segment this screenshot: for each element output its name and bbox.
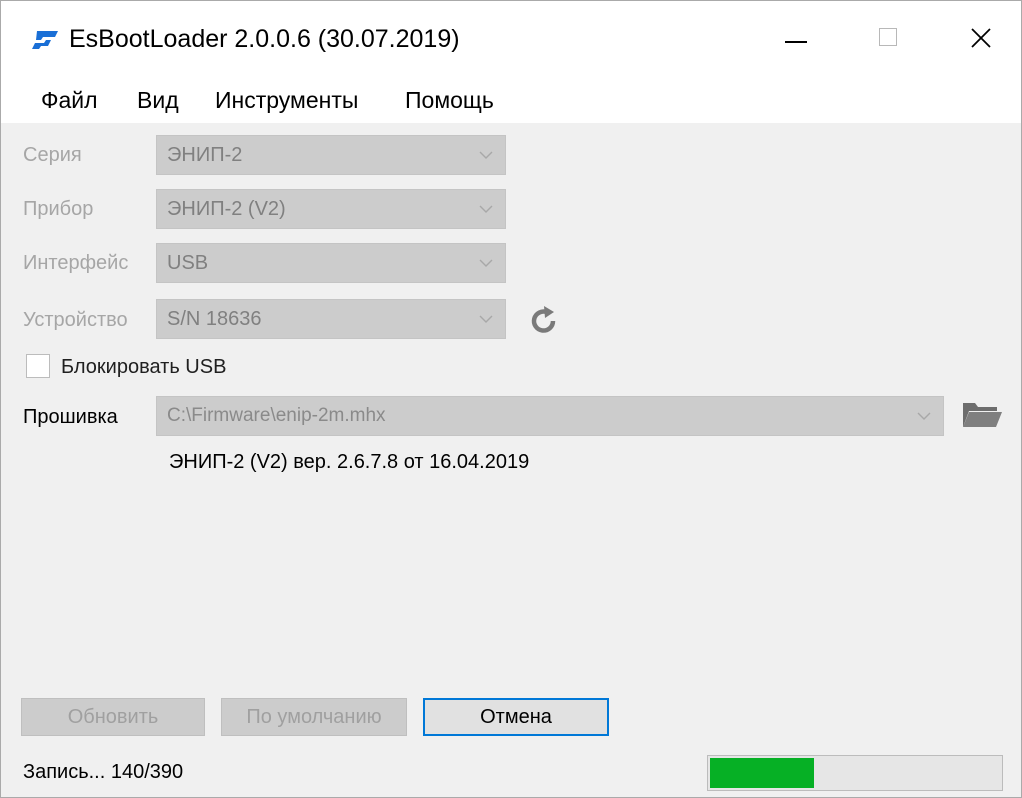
progress-bar-fill [710,758,814,788]
chevron-down-icon [917,412,931,420]
status-text: Запись... 140/390 [23,761,184,783]
menu-file[interactable]: Файл [41,87,98,114]
menu-help[interactable]: Помощь [405,87,494,114]
block-usb-checkbox[interactable] [26,354,50,378]
cancel-button[interactable]: Отмена [423,698,609,736]
refresh-icon[interactable] [527,304,561,338]
window-title: EsBootLoader 2.0.0.6 (30.07.2019) [69,25,460,53]
app-window: EsBootLoader 2.0.0.6 (30.07.2019) Файл В… [0,0,1022,798]
block-usb-label[interactable]: Блокировать USB [61,356,226,379]
folder-open-icon[interactable] [961,399,1003,429]
interface-select[interactable]: USB [156,243,506,283]
device-model-label: Прибор [23,198,94,220]
device-model-select[interactable]: ЭНИП-2 (V2) [156,189,506,229]
esbootloader-logo-icon [32,31,58,49]
menu-view[interactable]: Вид [137,87,179,114]
interface-select-value: USB [167,252,209,274]
interface-label: Интерфейс [23,252,129,274]
menu-bar: Файл Вид Инструменты Помощь [1,79,1021,123]
firmware-path-select[interactable]: C:\Firmware\enip-2m.mhx [156,396,944,436]
progress-bar [707,755,1003,791]
series-select[interactable]: ЭНИП-2 [156,135,506,175]
device-select[interactable]: S/N 18636 [156,299,506,339]
chevron-down-icon [479,205,493,213]
chevron-down-icon [479,315,493,323]
chevron-down-icon [479,259,493,267]
minimize-icon[interactable] [751,1,841,79]
chevron-down-icon [479,151,493,159]
series-select-value: ЭНИП-2 [167,144,243,166]
update-button[interactable]: Обновить [21,698,205,736]
series-label: Серия [23,144,82,166]
menu-tools[interactable]: Инструменты [215,87,358,114]
close-icon[interactable] [935,1,1022,79]
firmware-info: ЭНИП-2 (V2) вер. 2.6.7.8 от 16.04.2019 [169,451,530,473]
device-model-select-value: ЭНИП-2 (V2) [167,198,286,220]
maximize-icon[interactable] [843,1,933,79]
device-select-value: S/N 18636 [167,308,262,330]
device-label: Устройство [23,309,128,331]
title-bar[interactable]: EsBootLoader 2.0.0.6 (30.07.2019) [1,1,1021,79]
firmware-label: Прошивка [23,406,118,428]
defaults-button[interactable]: По умолчанию [221,698,407,736]
firmware-path-value: C:\Firmware\enip-2m.mhx [167,405,386,426]
